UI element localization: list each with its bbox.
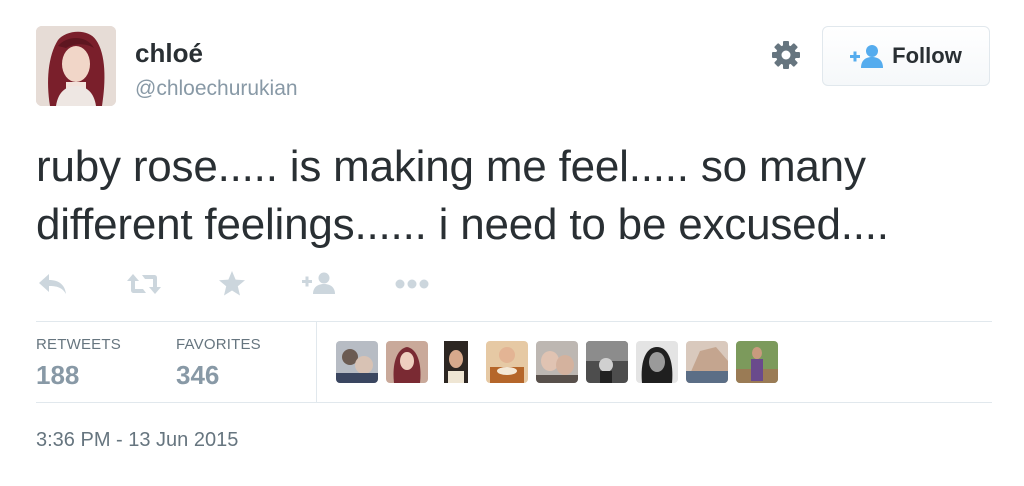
retweets-count: 188 <box>36 360 80 390</box>
tweet-text: ruby rose..... is making me feel..... so… <box>36 138 996 254</box>
author-handle[interactable]: @chloechurukian <box>135 77 298 101</box>
favoriter-avatar[interactable] <box>386 341 428 383</box>
avatar-image <box>36 26 116 106</box>
follow-button[interactable]: Follow <box>822 26 990 86</box>
gear-icon[interactable] <box>769 38 803 72</box>
more-icon[interactable] <box>394 266 430 302</box>
retweets-stat[interactable]: RETWEETS 188 <box>36 336 121 392</box>
tweet-text-line: ruby rose..... is making me feel..... so… <box>36 142 866 191</box>
author-display-name[interactable]: chloé <box>135 38 203 68</box>
favoriter-avatar[interactable] <box>636 341 678 383</box>
favoriter-avatar[interactable] <box>586 341 628 383</box>
favoriter-avatar[interactable] <box>486 341 528 383</box>
follow-icon[interactable] <box>302 266 336 302</box>
tweet-stats: RETWEETS 188 FAVORITES 346 <box>36 322 992 402</box>
reply-icon[interactable] <box>38 266 68 302</box>
retweets-label: RETWEETS <box>36 336 121 353</box>
follow-button-label: Follow <box>892 43 962 68</box>
favorites-count: 346 <box>176 360 220 390</box>
stats-bottom-divider <box>36 402 992 403</box>
favoriter-avatar[interactable] <box>336 341 378 383</box>
favoriter-avatar[interactable] <box>536 341 578 383</box>
favorite-icon[interactable] <box>218 266 246 302</box>
retweet-icon[interactable] <box>126 266 162 302</box>
stats-separator <box>316 322 317 402</box>
favoriter-avatar[interactable] <box>686 341 728 383</box>
favoriter-avatar[interactable] <box>736 341 778 383</box>
follow-person-icon <box>850 45 884 68</box>
favorites-label: FAVORITES <box>176 336 261 353</box>
tweet-text-line: different feelings...... i need to be ex… <box>36 200 889 249</box>
favorites-stat[interactable]: FAVORITES 346 <box>176 336 261 392</box>
author-avatar[interactable] <box>36 26 116 106</box>
favoriter-avatar[interactable] <box>436 341 478 383</box>
tweet-timestamp[interactable]: 3:36 PM - 13 Jun 2015 <box>36 428 238 452</box>
